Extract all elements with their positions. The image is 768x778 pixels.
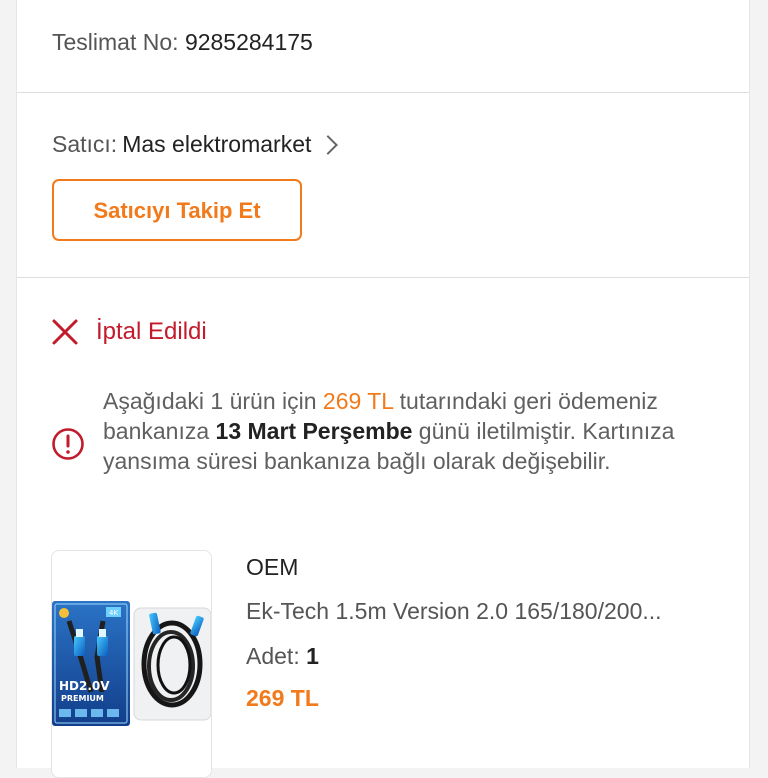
refund-text-part-1: Aşağıdaki 1 ürün için <box>103 388 323 414</box>
refund-date: 13 Mart Perşembe <box>215 418 413 444</box>
refund-text: Aşağıdaki 1 ürün için 269 TL tutarındaki… <box>103 386 723 476</box>
delivery-number-row: Teslimat No: 9285284175 <box>52 27 313 57</box>
box-text-2: PREMIUM <box>61 694 104 703</box>
seller-name: Mas elektromarket <box>122 131 312 157</box>
order-detail-card: Teslimat No: 9285284175 Satıcı: Mas elek… <box>16 0 750 778</box>
refund-amount: 269 TL <box>322 388 394 414</box>
seller-section: Satıcı: Mas elektromarket Satıcıyı Takip… <box>17 93 749 277</box>
delivery-number: 9285284175 <box>184 29 313 55</box>
cancelled-order-section: İptal Edildi Aşağıdaki 1 ürün için 269 T… <box>17 278 749 778</box>
follow-seller-button[interactable]: Satıcıyı Takip Et <box>52 179 302 241</box>
quantity-label: Adet: <box>246 643 300 669</box>
delivery-section: Teslimat No: 9285284175 <box>17 0 749 92</box>
product-price: 269 TL <box>246 685 319 711</box>
box-text-1: HD2.0V <box>59 679 110 693</box>
product-image[interactable]: 4K HD2.0V PREMIUM <box>51 550 212 778</box>
product-quantity: Adet: 1 <box>246 640 319 672</box>
info-circle-icon <box>52 428 84 460</box>
product-name: Ek-Tech 1.5m Version 2.0 165/180/200... <box>246 598 662 624</box>
box-badge: 4K <box>109 609 118 617</box>
quantity-value: 1 <box>306 643 319 669</box>
close-icon <box>52 319 78 345</box>
chevron-right-icon <box>318 134 339 155</box>
hdmi-cable-product-image: 4K HD2.0V PREMIUM <box>52 601 211 726</box>
seller-label: Satıcı: <box>52 131 118 157</box>
order-status: İptal Edildi <box>51 317 207 347</box>
product-brand: OEM <box>246 554 299 580</box>
cancelled-status-text: İptal Edildi <box>96 318 207 345</box>
delivery-label: Teslimat No: <box>52 29 179 55</box>
seller-link[interactable]: Satıcı: Mas elektromarket <box>52 129 339 159</box>
